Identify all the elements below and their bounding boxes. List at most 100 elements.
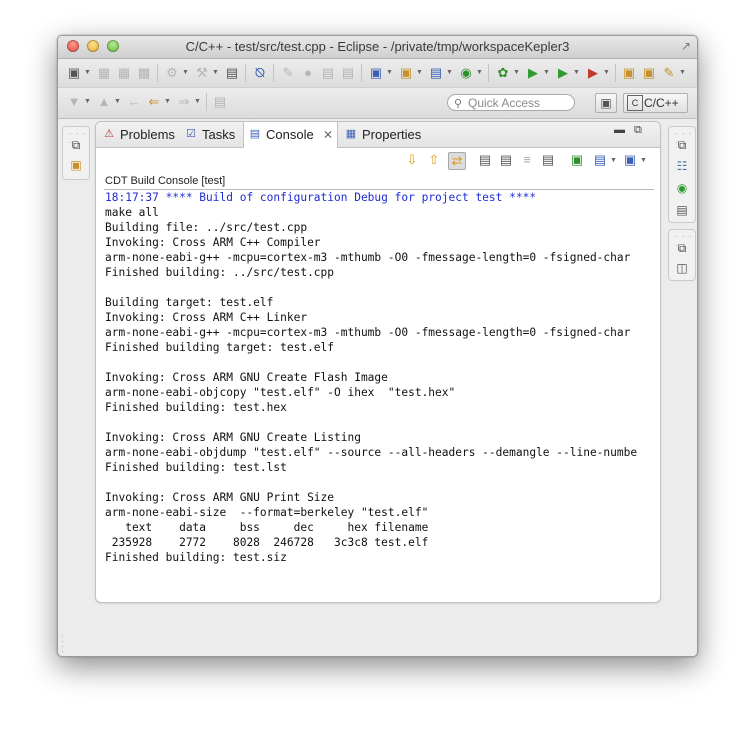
next-error-icon[interactable]: ⇩	[404, 152, 420, 168]
run-icon[interactable]: ▶	[525, 65, 541, 81]
toolbar-separator	[615, 64, 616, 82]
fullscreen-icon[interactable]: ↗	[681, 39, 691, 53]
word-wrap-icon[interactable]: ≡	[519, 152, 535, 168]
previous-error-icon[interactable]: ⇧	[426, 152, 442, 168]
editor-icon[interactable]: ▤	[340, 65, 356, 81]
run-configurations-icon[interactable]: ▶	[555, 65, 571, 81]
display-console-icon[interactable]: ▤	[592, 152, 608, 168]
view-tab-bar: ⚠ Problems ☑ Tasks ▤ Console ⨯ ▦ Propert…	[96, 122, 660, 148]
quick-access-field[interactable]: ⚲ Quick Access	[447, 94, 575, 111]
bottom-trim-handle[interactable]: · · · ·	[61, 632, 64, 656]
perspective-cpp-button[interactable]: C C/C++	[623, 93, 688, 113]
tab-properties[interactable]: ▦ Properties	[340, 122, 430, 147]
console-line: make all	[105, 206, 159, 219]
navigation-toolbar: ▼ ▼ ▲ ▼ ← ⇐ ▼ ⇒ ▼ ▤ ⚲ Quick Access ▣ C C…	[58, 88, 697, 119]
toolbar-separator	[488, 64, 489, 82]
debug-icon[interactable]: ✿	[495, 65, 511, 81]
console-line: Finished building: test.siz	[105, 551, 287, 564]
open-console-dropdown-icon[interactable]: ▼	[640, 157, 647, 164]
save-icon[interactable]: ▦	[96, 65, 112, 81]
quick-access-placeholder: Quick Access	[468, 96, 541, 110]
print-icon[interactable]: ▩	[136, 65, 152, 81]
new-source-file-dropdown-icon[interactable]: ▼	[446, 69, 453, 76]
build-project-icon[interactable]: ⚒	[194, 65, 210, 81]
console-icon: ▤	[249, 128, 261, 140]
project-explorer-icon[interactable]: ▣	[68, 157, 84, 173]
build-dropdown-icon[interactable]: ▼	[182, 69, 189, 76]
debug-dropdown-icon[interactable]: ▼	[513, 69, 520, 76]
open-type-icon[interactable]: ▣	[621, 65, 637, 81]
console-line: 18:17:37 **** Build of configuration Deb…	[105, 191, 537, 204]
run-dropdown-icon[interactable]: ▼	[543, 69, 550, 76]
next-annotation-icon[interactable]: ▼	[66, 94, 82, 110]
console-line: Invoking: Cross ARM C++ Compiler	[105, 236, 321, 249]
console-line: Building target: test.elf	[105, 296, 274, 309]
restore-icon[interactable]: ⧉	[674, 137, 690, 153]
open-perspective-button[interactable]: ▣	[595, 93, 617, 113]
console-line: arm-none-eabi-g++ -mcpu=cortex-m3 -mthum…	[105, 326, 631, 339]
maximize-view-icon[interactable]: ⧉	[634, 124, 642, 137]
tab-console[interactable]: ▤ Console ⨯	[243, 122, 338, 148]
skip-breakpoints-icon[interactable]: ⦰	[252, 65, 268, 81]
build-targets-icon[interactable]: ▤	[674, 202, 690, 218]
editor-area-icon[interactable]: ◫	[674, 260, 690, 276]
restore-icon[interactable]: ⧉	[68, 137, 84, 153]
new-cpp-project-dropdown-icon[interactable]: ▼	[386, 69, 393, 76]
forward-dropdown-icon[interactable]: ▼	[194, 98, 201, 105]
tab-tasks[interactable]: ☑ Tasks	[180, 122, 243, 147]
left-trim-stack: · · · · ⧉ ▣	[62, 126, 90, 180]
console-line: Finished building: test.lst	[105, 461, 287, 474]
clear-console-icon[interactable]: ▤	[540, 152, 556, 168]
search-tool-icon[interactable]: ✎	[661, 65, 677, 81]
new-class-icon[interactable]: ◉	[458, 65, 474, 81]
build-all-icon[interactable]: ⚙	[164, 65, 180, 81]
title-bar: C/C++ - test/src/test.cpp - Eclipse - /p…	[58, 36, 697, 59]
new-cpp-project-icon[interactable]: ▣	[368, 65, 384, 81]
previous-annotation-icon[interactable]: ▲	[96, 94, 112, 110]
new-folder-dropdown-icon[interactable]: ▼	[416, 69, 423, 76]
new-folder-icon[interactable]: ▣	[398, 65, 414, 81]
console-line: 235928 2772 8028 246728 3c3c8 test.elf	[105, 536, 429, 549]
open-folder-icon[interactable]: ▣	[641, 65, 657, 81]
save-all-icon[interactable]: ▦	[116, 65, 132, 81]
show-error-in-editor-icon[interactable]: ⇄	[448, 152, 466, 170]
console-line: Building file: ../src/test.cpp	[105, 221, 308, 234]
binary-icon[interactable]: ▤	[224, 65, 240, 81]
display-console-dropdown-icon[interactable]: ▼	[610, 157, 617, 164]
back-dropdown-icon[interactable]: ▼	[164, 98, 171, 105]
new-source-file-icon[interactable]: ▤	[428, 65, 444, 81]
minimize-view-icon[interactable]: ▬	[614, 124, 625, 136]
pin-console-icon[interactable]: ▣	[569, 152, 585, 168]
build-project-dropdown-icon[interactable]: ▼	[212, 69, 219, 76]
console-line: arm-none-eabi-objcopy "test.elf" -O ihex…	[105, 386, 456, 399]
next-annotation-dropdown-icon[interactable]: ▼	[84, 98, 91, 105]
right-trim-stack: · · · · ⧉ ☷ ◉ ▤	[668, 126, 696, 223]
tab-problems[interactable]: ⚠ Problems	[98, 122, 180, 147]
pin-icon[interactable]: ●	[300, 65, 316, 81]
edit-icon[interactable]: ✎	[280, 65, 296, 81]
previous-annotation-dropdown-icon[interactable]: ▼	[114, 98, 121, 105]
last-edit-icon[interactable]: ←	[126, 94, 142, 110]
console-line: Finished building: ../src/test.cpp	[105, 266, 335, 279]
scroll-lock-icon[interactable]: ▤	[498, 152, 514, 168]
run-configurations-dropdown-icon[interactable]: ▼	[573, 69, 580, 76]
search-icon: ⚲	[454, 98, 463, 110]
search-tool-dropdown-icon[interactable]: ▼	[679, 69, 686, 76]
tab-label: Console	[266, 127, 314, 142]
external-tools-dropdown-icon[interactable]: ▼	[603, 69, 610, 76]
external-tools-icon[interactable]: ▶	[585, 65, 601, 81]
copy-console-icon[interactable]: ▤	[477, 152, 493, 168]
new-class-dropdown-icon[interactable]: ▼	[476, 69, 483, 76]
outline-icon[interactable]: ☷	[674, 158, 690, 174]
pin-editor-icon[interactable]: ▤	[212, 94, 228, 110]
make-target-icon[interactable]: ◉	[674, 180, 690, 196]
close-tab-icon[interactable]: ⨯	[323, 122, 333, 147]
new-dropdown-icon[interactable]: ▼	[84, 69, 91, 76]
terminal-icon[interactable]: ▤	[320, 65, 336, 81]
forward-icon[interactable]: ⇒	[176, 94, 192, 110]
console-output[interactable]: 18:17:37 **** Build of configuration Deb…	[105, 190, 653, 590]
back-icon[interactable]: ⇐	[146, 94, 162, 110]
new-icon[interactable]: ▣	[66, 65, 82, 81]
restore-icon[interactable]: ⧉	[674, 240, 690, 256]
open-console-icon[interactable]: ▣	[622, 152, 638, 168]
